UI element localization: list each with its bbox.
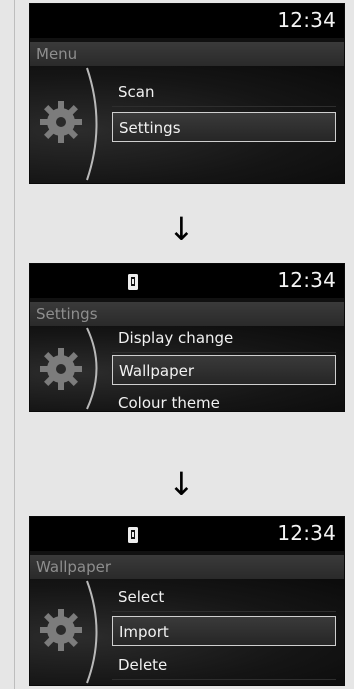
menu-arc [86, 67, 98, 181]
usb-icon [128, 527, 138, 543]
menu-item-wallpaper[interactable]: Wallpaper [112, 355, 336, 385]
screen-title: Wallpaper [30, 555, 344, 579]
status-bar: 12:34 [30, 517, 344, 551]
gear-icon [40, 609, 82, 651]
menu-item-scan[interactable]: Scan [112, 77, 336, 107]
menu-item-display-change[interactable]: Display change [112, 323, 336, 353]
clock: 12:34 [277, 268, 336, 292]
menu-item-colour-theme[interactable]: Colour theme [112, 388, 336, 411]
page: 12:34 Menu Scan Settings ↓ 12:34 Setting… [0, 0, 354, 689]
menu-item-import[interactable]: Import [112, 616, 336, 646]
menu-screen: 12:34 Menu Scan Settings [29, 3, 345, 184]
menu-arc [86, 327, 98, 410]
menu-item-select[interactable]: Select [112, 582, 336, 612]
clock: 12:34 [277, 8, 336, 32]
status-bar: 12:34 [30, 264, 344, 298]
usb-icon [128, 274, 138, 290]
clock: 12:34 [277, 521, 336, 545]
menu-body: Scan Settings [30, 66, 344, 183]
gear-icon [40, 348, 82, 390]
settings-screen: 12:34 Settings Display change Wallpaper … [29, 263, 345, 412]
menu-item-settings[interactable]: Settings [112, 112, 336, 142]
menu-body: Display change Wallpaper Colour theme [30, 326, 344, 411]
screen-title: Menu [30, 42, 344, 66]
menu-item-delete[interactable]: Delete [112, 650, 336, 680]
gear-icon [40, 101, 82, 143]
step-arrow: ↓ [168, 465, 195, 503]
step-arrow: ↓ [168, 210, 195, 248]
page-frame-line [14, 0, 15, 689]
menu-arc [86, 580, 98, 684]
wallpaper-screen: 12:34 Wallpaper Select Import Delete [29, 516, 345, 686]
menu-body: Select Import Delete [30, 579, 344, 685]
status-bar: 12:34 [30, 4, 344, 38]
